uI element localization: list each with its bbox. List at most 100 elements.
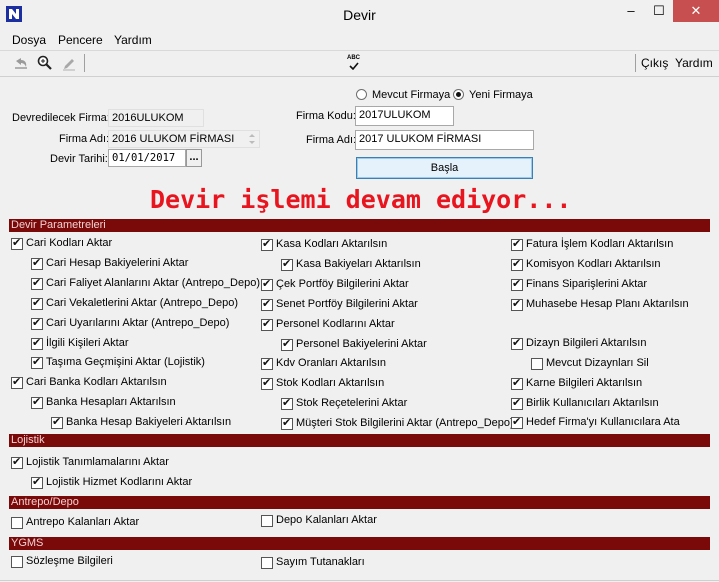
checkbox[interactable] [11,556,23,568]
checkbox[interactable] [261,237,273,251]
checkbox[interactable] [261,277,273,291]
checkbox[interactable] [31,316,43,330]
checkbox[interactable] [261,557,273,569]
yardim-button[interactable]: Yardım [675,56,713,70]
checkbox[interactable] [281,337,293,351]
checkbox[interactable] [511,415,523,429]
checkbox[interactable] [511,277,523,291]
close-button[interactable]: ✕ [673,0,719,22]
radio-yeni-firmaya[interactable] [453,89,464,100]
undo-icon[interactable] [13,56,29,72]
checkbox[interactable] [31,395,43,409]
toolbar-separator [84,54,85,72]
menu-bar [0,30,719,51]
checkbox-label[interactable]: Komisyon Kodları Aktarılsın [526,258,661,270]
radio-mevcut-label: Mevcut Firmaya [372,89,451,101]
firma-adi-field[interactable]: 2016 ULUKOM FİRMASI [108,130,260,148]
checkbox[interactable] [11,455,23,469]
checkbox-label[interactable]: Banka Hesap Bakiyeleri Aktarılsın [66,416,231,428]
checkbox-label[interactable]: İlgili Kişileri Aktar [46,337,129,349]
checkbox[interactable] [51,415,63,429]
checkbox-label[interactable]: Sözleşme Bilgileri [26,555,113,567]
checkbox-label[interactable]: Çek Portföy Bilgilerini Aktar [276,278,409,290]
devredilecek-firma-field[interactable]: 2016ULUKOM [108,109,204,127]
checkbox-label[interactable]: Stok Kodları Aktarılsın [276,377,384,389]
checkbox-label[interactable]: Cari Uyarılarını Aktar (Antrepo_Depo) [46,317,229,329]
checkbox[interactable] [31,276,43,290]
checkbox[interactable] [261,297,273,311]
checkbox[interactable] [281,396,293,410]
menu-pencere[interactable]: Pencere [58,33,103,47]
checkbox-label[interactable]: Stok Reçetelerini Aktar [296,397,407,409]
checkbox-label[interactable]: Personel Bakiyelerini Aktar [296,338,427,350]
checkbox-label[interactable]: Muhasebe Hesap Planı Aktarılsın [526,298,689,310]
checkbox-label[interactable]: Kasa Kodları Aktarılsın [276,238,387,250]
firma-kodu-field[interactable]: 2017ULUKOM [355,106,454,126]
checkbox-label[interactable]: Müşteri Stok Bilgilerini Aktar (Antrepo_… [296,417,514,429]
checkbox-label[interactable]: Mevcut Dizaynları Sil [546,357,649,369]
checkbox[interactable] [281,416,293,430]
bottom-border [0,580,719,581]
checkbox[interactable] [31,355,43,369]
checkbox-label[interactable]: Sayım Tutanakları [276,556,365,568]
checkbox[interactable] [261,317,273,331]
checkbox-label[interactable]: Lojistik Tanımlamalarını Aktar [26,456,169,468]
firma-adi-right-field[interactable]: 2017 ULUKOM FİRMASI [355,130,534,150]
radio-yeni-label: Yeni Firmaya [469,89,533,101]
checkbox[interactable] [31,336,43,350]
devir-tarihi-label: Devir Tarihi: [50,153,108,165]
checkbox-label[interactable]: Banka Hesapları Aktarılsın [46,396,176,408]
basla-button[interactable]: Başla [356,157,533,179]
checkbox-label[interactable]: Kasa Bakiyeları Aktarılsın [296,258,421,270]
checkbox[interactable] [531,358,543,370]
checkbox-label[interactable]: Cari Vekaletlerini Aktar (Antrepo_Depo) [46,297,238,309]
checkbox-label[interactable]: Cari Banka Kodları Aktarılsın [26,376,167,388]
checkbox[interactable] [31,475,43,489]
checkbox[interactable] [261,376,273,390]
checkbox-label[interactable]: Hedef Firma'yı Kullanıcılara Ata [526,416,680,428]
checkbox[interactable] [261,515,273,527]
checkbox[interactable] [11,375,23,389]
checkbox[interactable] [11,517,23,529]
checkbox[interactable] [31,296,43,310]
menu-yardim[interactable]: Yardım [114,33,152,47]
checkbox[interactable] [511,257,523,271]
checkbox[interactable] [11,236,23,250]
firma-adi-value: 2016 ULUKOM FİRMASI [112,133,235,145]
menu-dosya[interactable]: Dosya [12,33,46,47]
checkbox-label[interactable]: Cari Kodları Aktar [26,237,112,249]
checkbox[interactable] [281,257,293,271]
checkbox[interactable] [261,356,273,370]
checkbox-label[interactable]: Lojistik Hizmet Kodlarını Aktar [46,476,192,488]
checkbox-label[interactable]: Karne Bilgileri Aktarılsın [526,377,642,389]
checkbox-label[interactable]: Cari Hesap Bakiyelerini Aktar [46,257,188,269]
checkbox[interactable] [31,256,43,270]
checkbox[interactable] [511,396,523,410]
checkbox-label[interactable]: Personel Kodlarını Aktar [276,318,395,330]
checkbox-label[interactable]: Depo Kalanları Aktar [276,514,377,526]
checkbox-label[interactable]: Taşıma Geçmişini Aktar (Lojistik) [46,356,205,368]
checkbox[interactable] [511,237,523,251]
firma-adi-right-label: Firma Adı: [306,134,357,146]
checkbox[interactable] [511,376,523,390]
spin-icon[interactable] [246,132,258,146]
checkbox-label[interactable]: Antrepo Kalanları Aktar [26,516,139,528]
progress-message: Devir işlemi devam ediyor... [150,185,572,214]
edit-icon[interactable] [61,56,77,72]
devir-tarihi-field[interactable]: 01/01/2017 [108,149,186,167]
cikis-button[interactable]: Çıkış [641,56,668,70]
spellcheck-icon[interactable]: ABC [347,55,360,70]
checkbox-label[interactable]: Fatura İşlem Kodları Aktarılsın [526,238,673,250]
checkbox-label[interactable]: Birlik Kullanıcıları Aktarılsın [526,397,659,409]
checkbox-label[interactable]: Kdv Oranları Aktarılsın [276,357,386,369]
checkbox[interactable] [511,336,523,350]
checkbox-label[interactable]: Finans Siparişlerini Aktar [526,278,647,290]
radio-mevcut-firmaya[interactable] [356,89,367,100]
devredilecek-firma-label: Devredilecek Firma: [12,112,110,124]
checkbox[interactable] [511,297,523,311]
checkbox-label[interactable]: Cari Faliyet Alanlarını Aktar (Antrepo_D… [46,277,260,289]
checkbox-label[interactable]: Dizayn Bilgileri Aktarılsın [526,337,646,349]
checkbox-label[interactable]: Senet Portföy Bilgilerini Aktar [276,298,418,310]
search-icon[interactable] [37,55,53,71]
date-picker-button[interactable]: ... [186,149,202,167]
